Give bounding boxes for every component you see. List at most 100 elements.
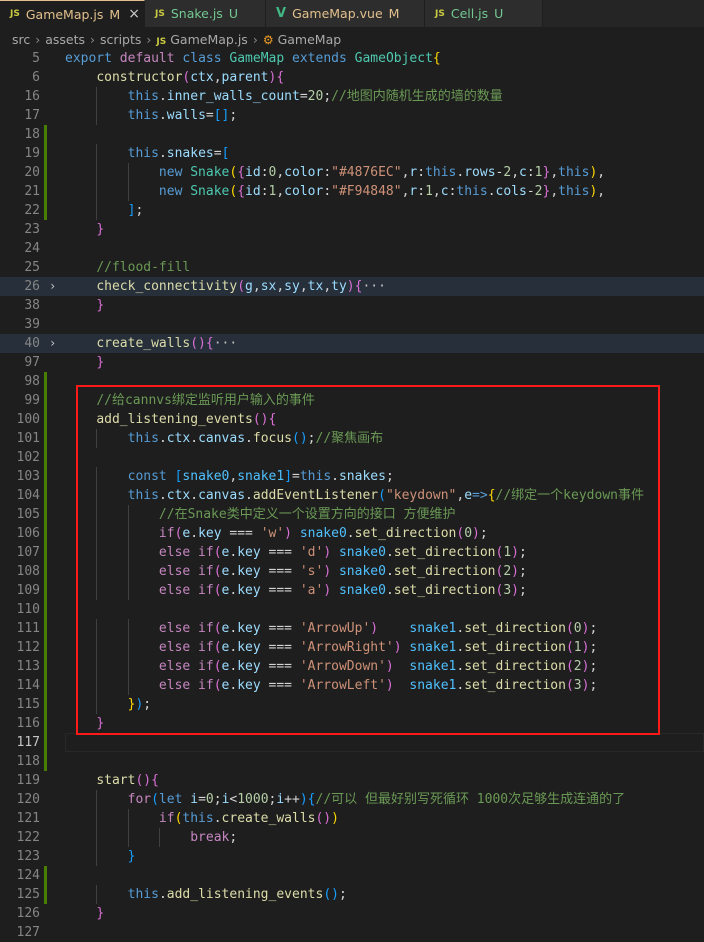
code-token: 0 <box>573 621 582 636</box>
code-line[interactable]: 23 } <box>0 220 704 239</box>
code-token: canvas <box>198 488 246 503</box>
code-token: //可以 但最好别写死循环 1000次足够生成连通的了 <box>315 792 626 807</box>
code-line[interactable]: 26 › check_connectivity(g,sx,sy,tx,ty){··… <box>0 277 704 296</box>
code-line[interactable]: 97 } <box>0 353 704 372</box>
tab-snake-js[interactable]: JS Snake.js U <box>145 0 266 27</box>
breadcrumb-item[interactable]: ⚙ GameMap <box>263 32 341 47</box>
code-token: ; <box>589 640 598 655</box>
code-token: () <box>190 336 206 351</box>
code-line[interactable]: 122 break; <box>0 828 704 847</box>
code-token: snake0 <box>338 583 386 598</box>
code-line[interactable]: 19 this.snakes=[ <box>0 144 704 163</box>
code-line[interactable]: 16 this.inner_walls_count=20;//地图内随机生成的墙… <box>0 87 704 106</box>
breadcrumb-item[interactable]: assets <box>45 32 85 47</box>
code-token: this <box>127 108 159 123</box>
code-line[interactable]: 112 else if(e.key === 'ArrowRight') snak… <box>0 638 704 657</box>
code-line[interactable]: 17 this.walls=[]; <box>0 106 704 125</box>
code-token: create_walls <box>96 336 191 351</box>
code-line[interactable]: 21 new Snake({id:1,color:"#F94848",r:1,c… <box>0 182 704 201</box>
code-line[interactable]: 119 start(){ <box>0 771 704 790</box>
code-line[interactable]: 111 else if(e.key === 'ArrowUp') snake1.… <box>0 619 704 638</box>
code-line[interactable]: 104 this.ctx.canvas.addEventListener("ke… <box>0 486 704 505</box>
code-token: parent <box>221 70 269 85</box>
code-token: : <box>323 184 332 199</box>
code-line[interactable]: 126 } <box>0 904 704 923</box>
code-token: else if <box>158 659 214 674</box>
code-line[interactable]: 116 } <box>0 714 704 733</box>
tab-cell-js[interactable]: JS Cell.js U <box>425 0 543 27</box>
code-line[interactable]: 101 this.ctx.canvas.focus();//聚焦画布 <box>0 429 704 448</box>
code-editor[interactable]: 5 export default class GameMap extends Ga… <box>0 49 704 940</box>
tab-gamemap-js[interactable]: JS GameMap.js M × <box>0 0 145 27</box>
code-token: , <box>252 279 261 294</box>
code-line[interactable]: 108 else if(e.key === 's') snake0.set_di… <box>0 562 704 581</box>
code-line[interactable]: 117 <box>0 733 704 752</box>
code-line[interactable]: 103 const [snake0,snake1]=this.snakes; <box>0 467 704 486</box>
code-line[interactable]: 105 //在Snake类中定义一个设置方向的接口 方便维护 <box>0 505 704 524</box>
git-added-indicator <box>44 391 47 410</box>
breadcrumb-item[interactable]: scripts <box>100 32 141 47</box>
code-token: this <box>299 469 332 484</box>
code-line[interactable]: 120 for(let i=0;i<1000;i++){//可以 但最好别写死循… <box>0 790 704 809</box>
code-token: ++ <box>284 792 300 807</box>
code-token: this <box>127 887 159 902</box>
git-added-indicator <box>44 163 47 182</box>
code-text: } <box>65 847 136 866</box>
code-line[interactable]: 113 else if(e.key === 'ArrowDown') snake… <box>0 657 704 676</box>
chevron-right-icon[interactable]: › <box>49 334 61 353</box>
code-token: this <box>456 184 488 199</box>
code-line[interactable]: 114 else if(e.key === 'ArrowLeft') snake… <box>0 676 704 695</box>
code-line[interactable]: 24 <box>0 239 704 258</box>
code-line[interactable]: 18 <box>0 125 704 144</box>
code-line[interactable]: 118 <box>0 752 704 771</box>
code-text: this.walls=[]; <box>65 106 238 125</box>
code-line[interactable]: 22 ]; <box>0 201 704 220</box>
code-line[interactable]: 25 //flood-fill <box>0 258 704 277</box>
code-line[interactable]: 40 › create_walls(){··· <box>0 334 704 353</box>
code-line[interactable]: 102 <box>0 448 704 467</box>
breadcrumb-item[interactable]: src <box>12 32 30 47</box>
code-token: ; <box>519 564 527 579</box>
code-line[interactable]: 100 add_listening_events(){ <box>0 410 704 429</box>
code-line[interactable]: 5 export default class GameMap extends Ga… <box>0 49 704 68</box>
code-line[interactable]: 121 if(this.create_walls()) <box>0 809 704 828</box>
code-line[interactable]: 125 this.add_listening_events(); <box>0 885 704 904</box>
tab-gamemap-vue[interactable]: V GameMap.vue M <box>266 0 425 27</box>
code-line[interactable]: 99 //给cannvs绑定监听用户输入的事件 <box>0 391 704 410</box>
breadcrumb-item[interactable]: JS GameMap.js <box>156 32 247 47</box>
code-token: new <box>158 184 191 199</box>
code-token: snake0 <box>338 545 386 560</box>
close-icon[interactable]: × <box>128 6 140 22</box>
code-line[interactable]: 123 } <box>0 847 704 866</box>
breadcrumb-label: src <box>12 31 31 47</box>
code-line[interactable]: 20 new Snake({id:0,color:"#4876EC",r:thi… <box>0 163 704 182</box>
git-added-indicator <box>44 144 47 163</box>
code-text: else if(e.key === 'ArrowLeft') snake1.se… <box>65 676 597 695</box>
code-line[interactable]: 124 <box>0 866 704 885</box>
code-token: = <box>205 108 214 123</box>
code-token: ( <box>213 583 222 598</box>
code-token: 'w' <box>260 526 285 541</box>
code-line[interactable]: 6 constructor(ctx,parent){ <box>0 68 704 87</box>
code-line[interactable]: 38 } <box>0 296 704 315</box>
code-line[interactable]: 109 else if(e.key === 'a') snake0.set_di… <box>0 581 704 600</box>
code-line[interactable]: 115 }); <box>0 695 704 714</box>
code-token: ( <box>213 640 222 655</box>
git-added-indicator <box>44 866 47 885</box>
chevron-right-icon[interactable]: › <box>49 277 61 296</box>
code-token: id <box>245 184 261 199</box>
code-token: ) <box>385 678 394 693</box>
code-line[interactable]: 107 else if(e.key === 'd') snake0.set_di… <box>0 543 704 562</box>
code-token: ] <box>284 469 293 484</box>
code-line[interactable]: 106 if(e.key === 'w') snake0.set_directi… <box>0 524 704 543</box>
code-line[interactable]: 98 <box>0 372 704 391</box>
code-line[interactable]: 127 <box>0 923 704 942</box>
code-token: : <box>417 184 426 199</box>
code-line[interactable]: 110 <box>0 600 704 619</box>
code-token: : <box>417 165 426 180</box>
code-line[interactable]: 39 <box>0 315 704 334</box>
